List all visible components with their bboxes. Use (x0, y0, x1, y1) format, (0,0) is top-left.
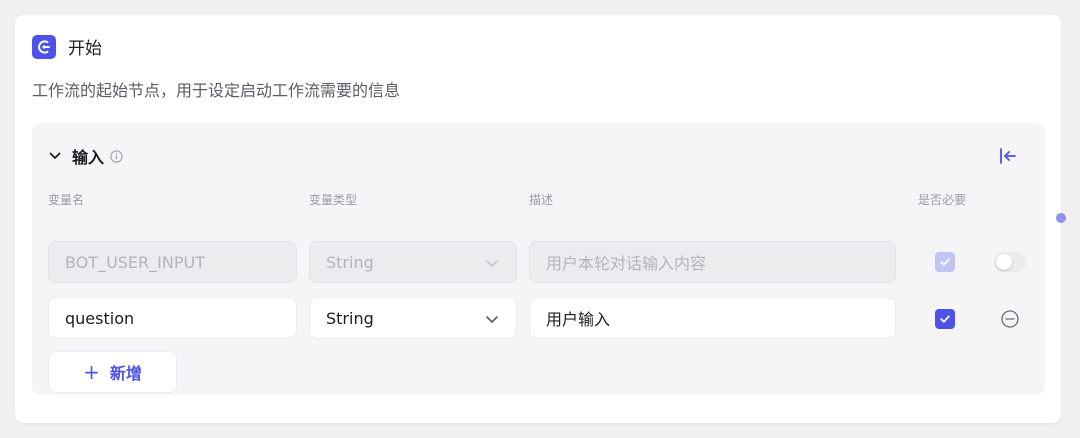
variable-description-input[interactable]: 用户输入 (529, 297, 896, 339)
add-variable-button[interactable]: + 新增 (48, 351, 177, 393)
input-panel: 输入 变量名 变量类型 描述 是否必要 BOT_USER_INPUT Strin… (32, 123, 1045, 395)
description-placeholder: 用户本轮对话输入内容 (546, 254, 707, 273)
variable-type-select[interactable]: String (309, 297, 517, 339)
output-port-dot[interactable] (1056, 213, 1066, 223)
column-header-type: 变量类型 (309, 193, 358, 207)
node-title: 开始 (68, 39, 102, 59)
info-icon[interactable] (110, 149, 123, 163)
plus-icon: + (83, 360, 100, 384)
variable-type-value: String (326, 252, 374, 272)
variable-type-value: String (326, 308, 374, 328)
column-header-name: 变量名 (48, 193, 85, 207)
start-node-card: 开始 工作流的起始节点，用于设定启动工作流需要的信息 输入 变量名 变量类型 描… (15, 15, 1061, 423)
required-checkbox[interactable] (935, 309, 955, 329)
visibility-toggle[interactable] (994, 252, 1026, 272)
add-button-label: 新增 (109, 364, 142, 383)
variable-description-input: 用户本轮对话输入内容 (529, 241, 896, 283)
chevron-down-icon (484, 255, 500, 271)
input-section-label: 输入 (72, 148, 105, 167)
remove-circle-icon[interactable] (1000, 309, 1020, 329)
variable-name-input[interactable]: question (48, 297, 297, 339)
input-section-header[interactable]: 输入 (48, 144, 123, 168)
collapse-left-icon[interactable] (997, 145, 1019, 167)
toggle-knob (996, 254, 1012, 270)
required-checkbox (935, 252, 955, 272)
node-description: 工作流的起始节点，用于设定启动工作流需要的信息 (32, 81, 401, 100)
start-node-icon (32, 34, 56, 59)
description-value: 用户输入 (546, 310, 611, 329)
node-header: 开始 (32, 34, 102, 59)
chevron-down-icon[interactable] (48, 149, 62, 163)
variable-type-select: String (309, 241, 517, 283)
variable-name-value: BOT_USER_INPUT (65, 252, 205, 272)
variable-name-value: question (65, 308, 135, 328)
variable-name-input: BOT_USER_INPUT (48, 241, 297, 283)
chevron-down-icon (484, 311, 500, 327)
column-header-required: 是否必要 (918, 193, 967, 207)
column-header-description: 描述 (529, 193, 554, 207)
